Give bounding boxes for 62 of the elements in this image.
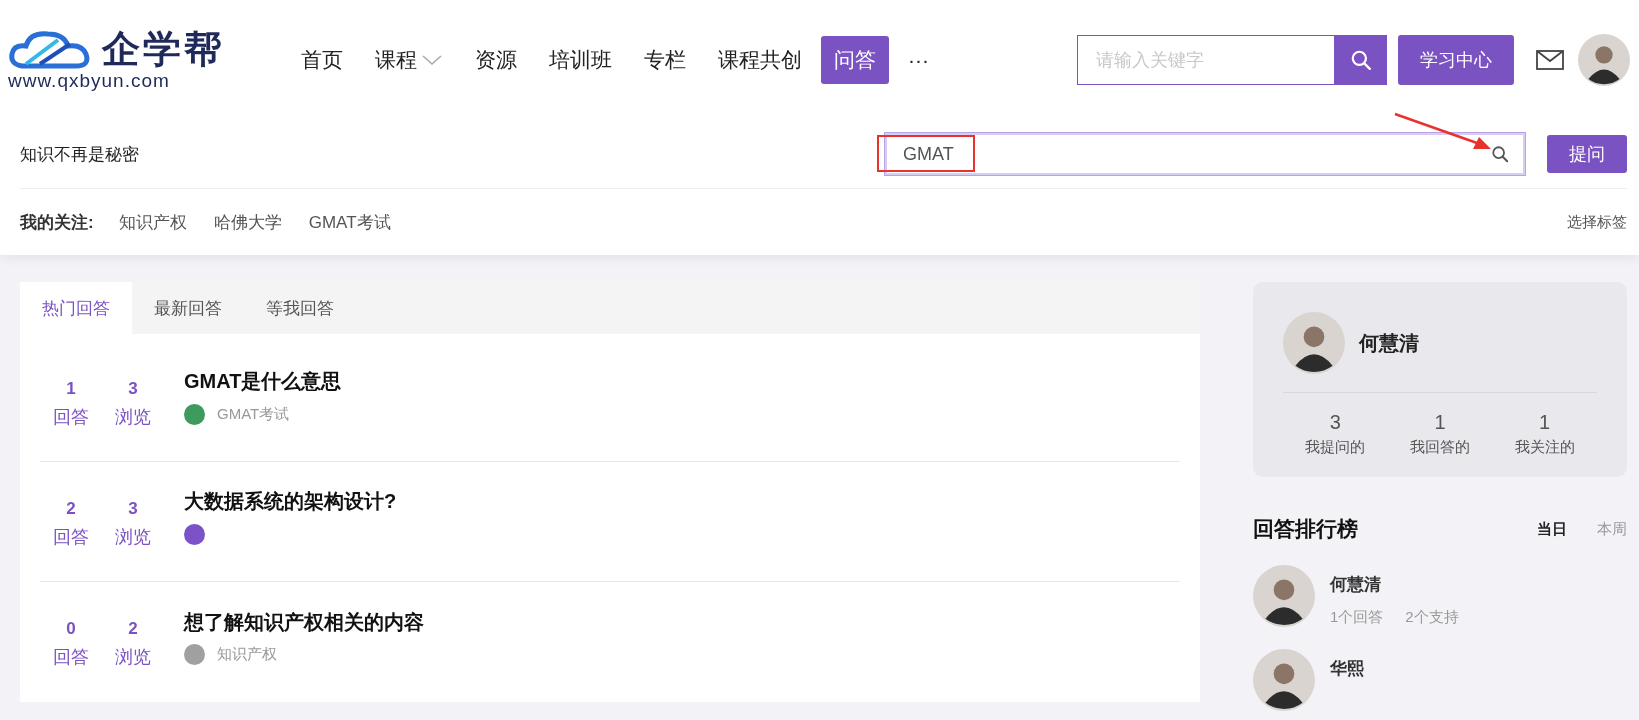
period-tab[interactable]: 当日 [1537, 519, 1567, 539]
question-search-field[interactable]: GMAT [885, 133, 1525, 175]
logo-url: www.qxbyun.com [8, 70, 171, 92]
answer-label: 回答 [53, 525, 89, 549]
nav-link[interactable]: 资源 [462, 36, 530, 84]
profile-stat[interactable]: 1 我关注的 [1514, 411, 1575, 457]
answer-count: 1 [66, 378, 76, 399]
mail-icon[interactable] [1536, 50, 1564, 70]
answer-label: 回答 [53, 405, 89, 429]
user-avatar [1253, 565, 1315, 627]
search-icon [1491, 145, 1509, 163]
user-avatar [1253, 649, 1315, 711]
tab[interactable]: 等我回答 [244, 282, 356, 334]
followed-tag-link[interactable]: GMAT考试 [308, 210, 391, 234]
nav-link[interactable]: 首页 [288, 36, 356, 84]
view-count: 3 [128, 498, 138, 519]
answer-count-text: 1个回答 [1330, 608, 1384, 627]
nav-link[interactable]: 问答 [821, 36, 889, 84]
profile-stat[interactable]: 3 我提问的 [1305, 411, 1366, 457]
stat-value: 1 [1539, 411, 1551, 434]
view-count: 2 [128, 619, 138, 639]
stat-value: 1 [1434, 411, 1446, 434]
followed-tag-link[interactable]: 哈佛大学 [213, 210, 282, 234]
stat-label: 我回答的 [1410, 438, 1470, 457]
view-label: 浏览 [115, 525, 151, 549]
view-label: 浏览 [115, 646, 151, 669]
followed-tag-link[interactable]: 知识产权 [118, 210, 187, 234]
support-count-text: 2个支持 [1405, 608, 1459, 627]
nav-link[interactable]: 培训班 [536, 36, 625, 84]
answer-label: 回答 [53, 646, 89, 669]
view-label: 浏览 [115, 405, 151, 429]
ask-question-button[interactable]: 提问 [1547, 135, 1627, 173]
tab[interactable]: 最新回答 [132, 282, 244, 334]
logo-text: 企学帮 [102, 29, 225, 69]
ranking-user-name[interactable]: 何慧清 [1330, 573, 1459, 596]
answer-count: 2 [66, 498, 76, 519]
chevron-down-icon [421, 54, 443, 66]
stat-label: 我提问的 [1305, 438, 1366, 457]
search-icon [1350, 49, 1372, 71]
stat-label: 我关注的 [1514, 438, 1575, 457]
slogan-text: 知识不再是秘密 [20, 143, 139, 166]
question-title[interactable]: GMAT是什么意思 [184, 368, 342, 395]
question-title[interactable]: 大数据系统的架构设计? [184, 488, 397, 515]
ranking-user-name[interactable]: 华熙 [1330, 657, 1364, 680]
stat-value: 3 [1329, 411, 1341, 434]
profile-stat[interactable]: 1 我回答的 [1410, 411, 1470, 457]
nav-link[interactable]: 专栏 [631, 36, 699, 84]
nav-link[interactable]: ··· [895, 36, 942, 84]
view-count: 3 [128, 378, 138, 399]
search-button[interactable] [1335, 35, 1387, 85]
follow-label: 我的关注: [20, 211, 94, 234]
nav-link[interactable]: 课程共创 [705, 36, 815, 84]
nav-link[interactable]: 课程 [362, 36, 456, 84]
tab[interactable]: 热门回答 [20, 282, 132, 334]
choose-tags-link[interactable]: 选择标签 [1567, 212, 1627, 232]
answer-count: 0 [66, 619, 76, 639]
profile-name: 何慧清 [1359, 331, 1419, 356]
profile-avatar [1283, 312, 1345, 374]
question-title[interactable]: 想了解知识产权相关的内容 [184, 608, 424, 636]
ranking-title: 回答排行榜 [1253, 516, 1358, 542]
learning-center-button[interactable]: 学习中心 [1398, 35, 1514, 85]
user-avatar [1578, 34, 1630, 86]
